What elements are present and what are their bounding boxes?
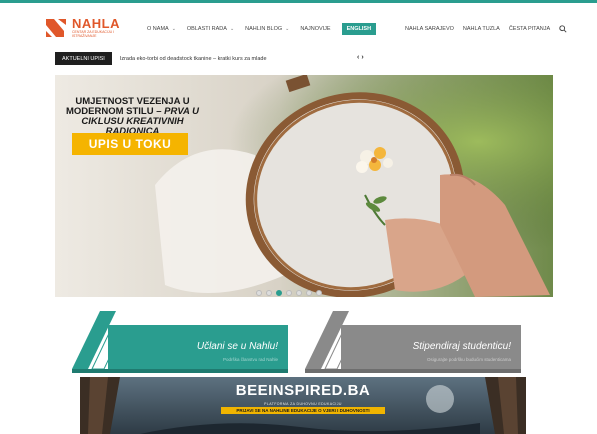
nav-item-faq[interactable]: Česta pitanja — [509, 26, 550, 32]
scholarship-card[interactable]: Stipendiraj studenticu! Osigurajte podrš… — [305, 311, 521, 374]
site-header: NAHLA Centar za edukaciju i istraživanje… — [0, 3, 597, 47]
search-icon[interactable] — [559, 25, 567, 33]
main-nav: O nama ⌄ Oblasti rada ⌄ Nahlin blog ⌄ Na… — [147, 22, 387, 36]
slider-dot[interactable] — [306, 290, 312, 296]
nahla-logo-icon — [46, 19, 66, 37]
nav-item-oblasti-rada[interactable]: Oblasti rada ⌄ — [187, 26, 234, 32]
slider-dot[interactable] — [286, 290, 292, 296]
news-ticker: Aktuelni upisi Izrada eko-torbi od deads… — [55, 52, 495, 65]
banner-subtitle: Platforma za duhovnu edukaciju — [264, 402, 342, 406]
nav-item-nahlin-blog[interactable]: Nahlin blog ⌄ — [245, 26, 289, 32]
chevron-down-icon: ⌄ — [285, 26, 290, 32]
membership-card[interactable]: Učlani se u Nahlu! Podrška članstvu rad … — [72, 311, 288, 374]
english-button[interactable]: English — [341, 23, 377, 35]
card-subtitle: Osigurajte podršku budućim studenticama — [426, 357, 511, 362]
nav-item-label: O nama — [147, 26, 169, 32]
secondary-nav: Nahla Sarajevo Nahla Tuzla Česta pitanja — [405, 25, 567, 33]
slider-dot[interactable] — [296, 290, 302, 296]
enrollment-badge[interactable]: UPIS U TOKU — [72, 133, 188, 155]
logo-name: NAHLA — [72, 16, 120, 31]
ticker-controls: ‹ › — [357, 54, 364, 61]
ticker-link[interactable]: Izrada eko-torbi od deadstock tkanine – … — [120, 56, 267, 62]
nav-item-label: Oblasti rada — [186, 26, 227, 32]
card-subtitle: Podrška članstvu rad Nahle — [222, 357, 278, 362]
beeinspired-banner[interactable]: BEEINSPIRED.BA Platforma za duhovnu eduk… — [80, 377, 526, 434]
slider-dot[interactable] — [316, 290, 322, 296]
chevron-right-icon[interactable]: › — [361, 54, 363, 61]
chevron-down-icon: ⌄ — [229, 26, 235, 32]
ticker-label: Aktuelni upisi — [55, 52, 112, 65]
chevron-left-icon[interactable]: ‹ — [357, 54, 359, 61]
logo[interactable]: NAHLA Centar za edukaciju i istraživanje — [46, 16, 146, 43]
nav-item-label: Nahlin blog — [245, 26, 283, 32]
banner-title: BEEINSPIRED.BA — [235, 382, 371, 399]
nav-item-nahla-sarajevo[interactable]: Nahla Sarajevo — [405, 26, 454, 32]
slider-dot[interactable] — [266, 290, 272, 296]
slider-dot[interactable] — [276, 290, 282, 296]
slider-dot[interactable] — [256, 290, 262, 296]
banner-cta-button[interactable]: Prijavi se na Nahline edukacije o vjeri … — [221, 407, 385, 414]
card-title: Stipendiraj studenticu! — [412, 341, 511, 352]
nav-item-najnovije[interactable]: Najnovije — [300, 26, 330, 32]
logo-subtitle: Centar za edukaciju i istraživanje — [72, 30, 115, 38]
card-title: Učlani se u Nahlu! — [196, 341, 278, 352]
hero-title: UMJETNOST VEZENJA U MODERNOM STILU – PRV… — [59, 97, 206, 137]
hero-slider[interactable]: UMJETNOST VEZENJA U MODERNOM STILU – PRV… — [55, 75, 553, 297]
nav-item-nahla-tuzla[interactable]: Nahla Tuzla — [463, 26, 500, 32]
chevron-down-icon: ⌄ — [171, 26, 176, 32]
nav-item-label: Najnovije — [300, 26, 331, 32]
nav-item-o-nama[interactable]: O nama ⌄ — [147, 26, 176, 32]
slider-dots — [256, 290, 322, 296]
